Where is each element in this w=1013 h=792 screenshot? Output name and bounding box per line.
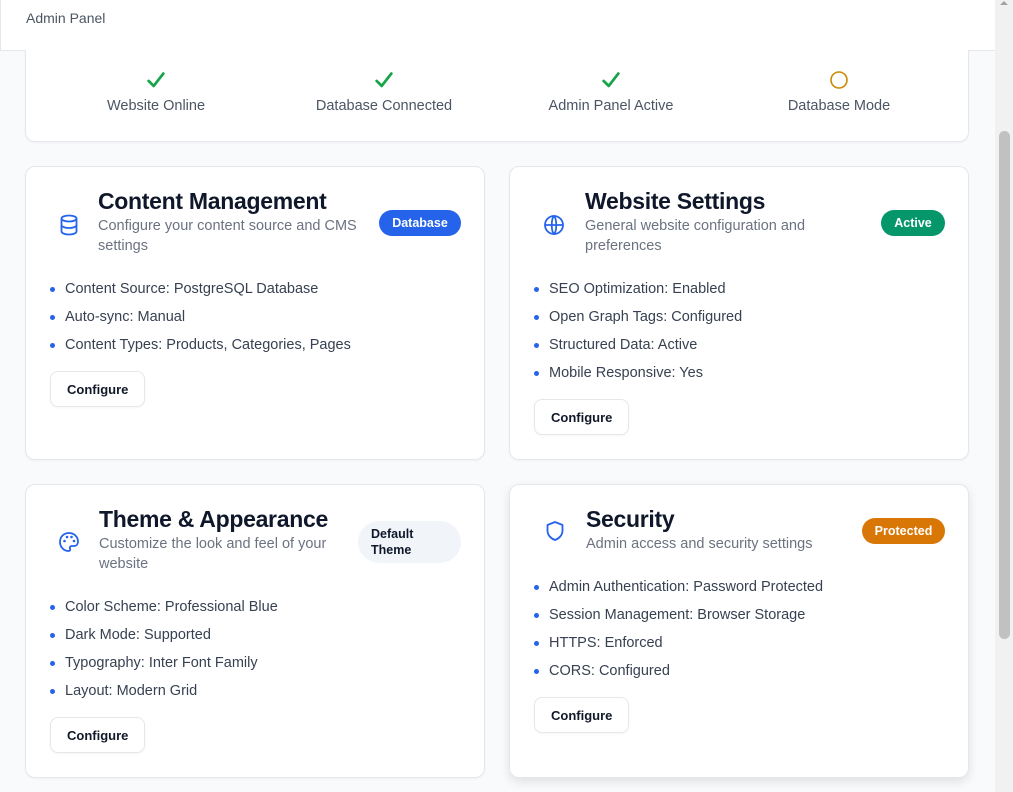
list-item: Typography: Inter Font Family [50, 649, 278, 677]
status-badge: Active [881, 210, 945, 236]
configure-button[interactable]: Configure [534, 697, 630, 733]
card-description: Customize the look and feel of your webs… [99, 536, 327, 572]
list-item: Structured Data: Active [534, 331, 742, 359]
settings-list: Color Scheme: Professional Blue Dark Mod… [50, 593, 278, 705]
palette-icon [59, 532, 79, 552]
card-security: Security Admin access and security setti… [509, 484, 969, 778]
configure-button[interactable]: Configure [50, 717, 146, 753]
list-item: Mobile Responsive: Yes [534, 359, 742, 387]
card-description: Admin access and security settings [586, 536, 813, 552]
settings-list: Content Source: PostgreSQL Database Auto… [50, 275, 351, 359]
status-website-online: Website Online [41, 66, 271, 114]
check-icon [375, 72, 393, 88]
status-label: Database Connected [315, 98, 453, 114]
status-label: Admin Panel Active [548, 98, 674, 114]
status-database-connected: Database Connected [269, 66, 499, 114]
list-item: Session Management: Browser Storage [534, 601, 823, 629]
card-description: Configure your content source and CMS se… [98, 218, 357, 254]
list-item: Content Types: Products, Categories, Pag… [50, 331, 351, 359]
system-status-panel: Website Online Database Connected Admin … [25, 50, 969, 142]
status-label: Database Mode [787, 98, 891, 114]
list-item: Open Graph Tags: Configured [534, 303, 742, 331]
status-badge: Protected [862, 518, 945, 544]
status-admin-panel-active: Admin Panel Active [496, 66, 726, 114]
scrollbar-thumb[interactable] [999, 131, 1010, 639]
configure-button[interactable]: Configure [534, 399, 630, 435]
status-badge: Default Theme [358, 521, 461, 563]
top-bar: Admin Panel [0, 0, 995, 51]
scroll-up-arrow-icon[interactable] [999, 0, 1009, 6]
settings-list: SEO Optimization: Enabled Open Graph Tag… [534, 275, 742, 387]
card-title: Security [586, 506, 675, 532]
configure-button[interactable]: Configure [50, 371, 146, 407]
check-icon [147, 72, 165, 88]
status-database-mode: Database Mode [724, 66, 954, 114]
settings-list: Admin Authentication: Password Protected… [534, 573, 823, 685]
globe-icon [544, 214, 564, 236]
list-item: Dark Mode: Supported [50, 621, 278, 649]
check-icon [602, 72, 620, 88]
list-item: Admin Authentication: Password Protected [534, 573, 823, 601]
pending-circle-icon [830, 71, 848, 89]
card-content-management: Content Management Configure your conten… [25, 166, 485, 460]
list-item: Layout: Modern Grid [50, 677, 278, 705]
database-icon [60, 214, 78, 236]
list-item: HTTPS: Enforced [534, 629, 823, 657]
shield-icon [546, 521, 564, 541]
card-theme-appearance: Theme & Appearance Customize the look an… [25, 484, 485, 778]
app-title: Admin Panel [26, 10, 106, 26]
card-title: Theme & Appearance [99, 506, 328, 532]
scrollbar[interactable] [995, 0, 1013, 792]
status-badge: Database [379, 210, 461, 236]
card-title: Content Management [98, 188, 327, 214]
list-item: SEO Optimization: Enabled [534, 275, 742, 303]
card-website-settings: Website Settings General website configu… [509, 166, 969, 460]
list-item: Color Scheme: Professional Blue [50, 593, 278, 621]
list-item: CORS: Configured [534, 657, 823, 685]
list-item: Auto-sync: Manual [50, 303, 351, 331]
status-label: Website Online [106, 98, 206, 114]
card-description: General website configuration and prefer… [585, 218, 806, 254]
card-title: Website Settings [585, 188, 766, 214]
list-item: Content Source: PostgreSQL Database [50, 275, 351, 303]
